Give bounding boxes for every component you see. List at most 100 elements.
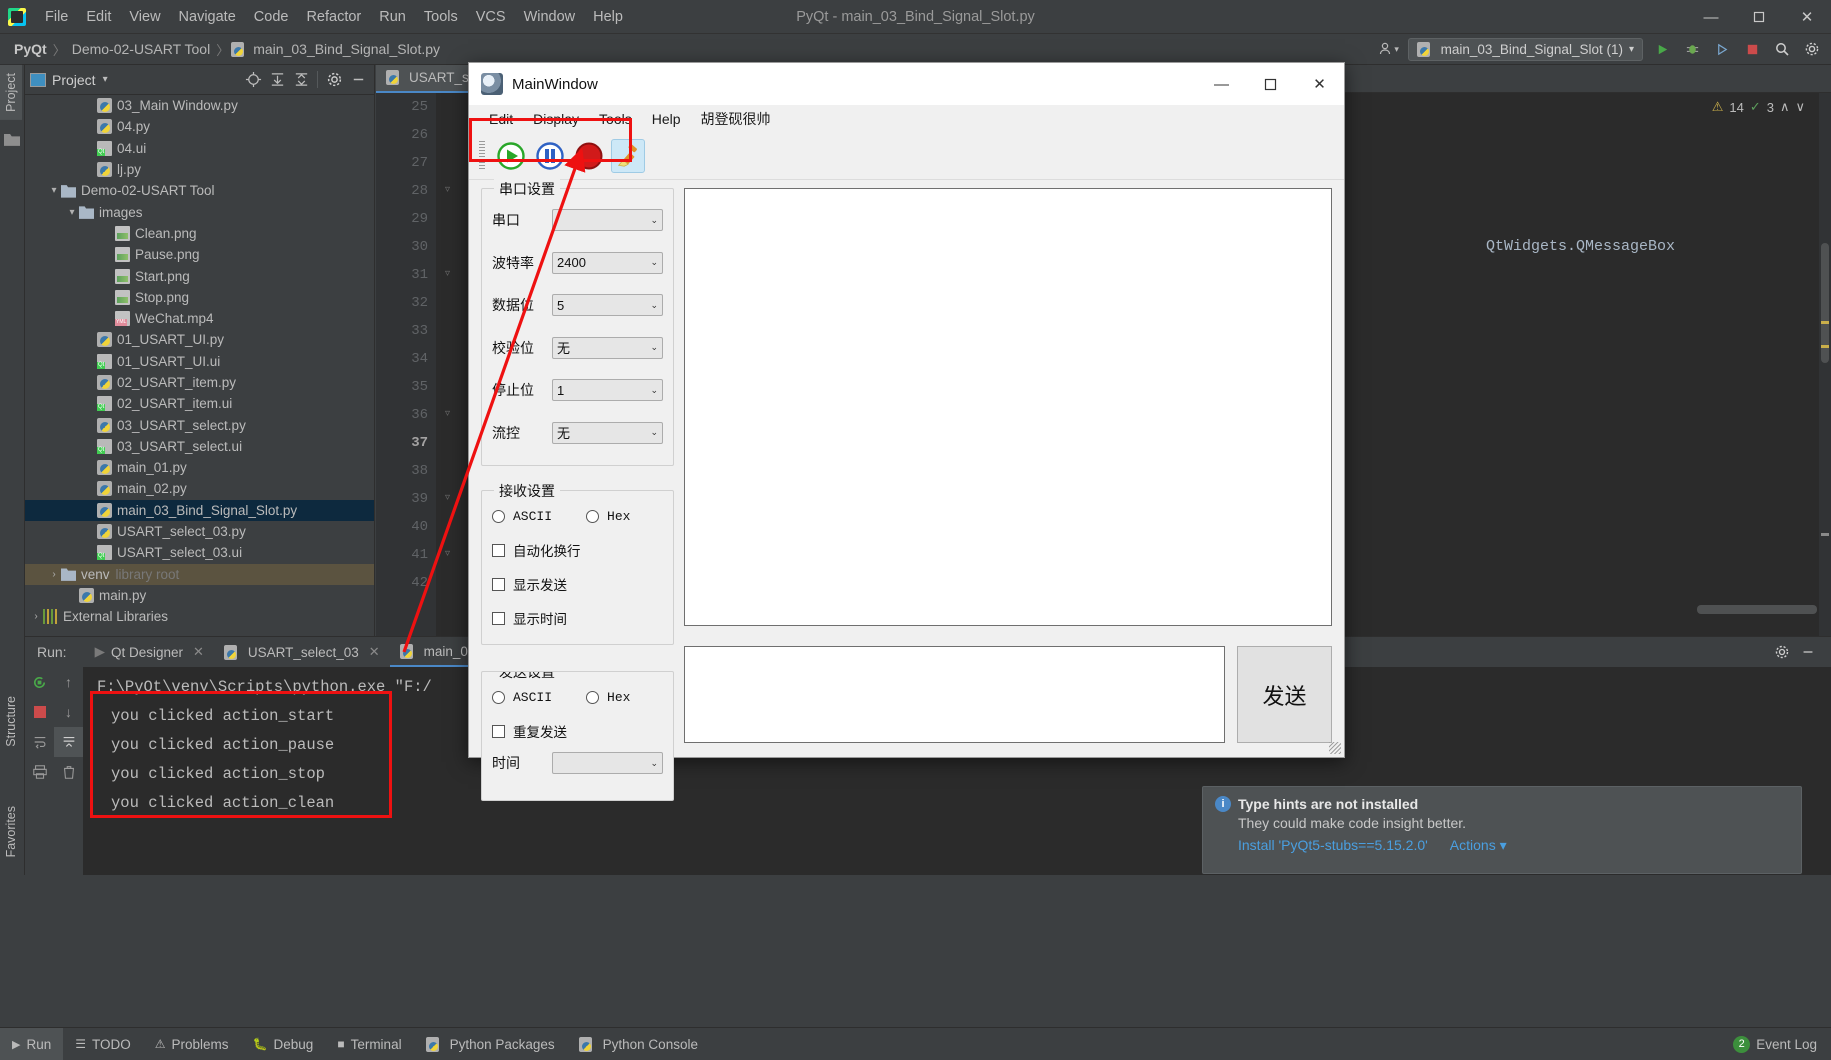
menu-navigate[interactable]: Navigate bbox=[170, 6, 245, 28]
show-send-checkbox[interactable]: 显示发送 bbox=[482, 567, 673, 601]
serial-setting-combo[interactable]: 无 ⌄ bbox=[552, 421, 663, 444]
send-textarea[interactable] bbox=[684, 646, 1225, 743]
qt-close-button[interactable]: ✕ bbox=[1295, 63, 1344, 105]
qt-menu-display[interactable]: Display bbox=[523, 108, 589, 130]
status-item-todo[interactable]: ☰ TODO bbox=[63, 1028, 143, 1060]
receive-ascii-radio[interactable]: ASCII bbox=[492, 509, 552, 524]
maximize-button[interactable] bbox=[1735, 0, 1783, 34]
tree-item[interactable]: lj.py bbox=[25, 159, 374, 180]
close-icon[interactable]: ✕ bbox=[369, 644, 380, 660]
sidebar-item-favorites[interactable]: Favorites bbox=[0, 798, 22, 865]
close-icon[interactable]: ✕ bbox=[193, 644, 204, 660]
qt-menu-edit[interactable]: Edit bbox=[479, 108, 523, 130]
tree-item[interactable]: › External Libraries bbox=[25, 606, 374, 627]
stop-action-button[interactable] bbox=[572, 139, 606, 173]
tree-item[interactable]: 03_USART_select.ui bbox=[25, 436, 374, 457]
print-icon[interactable] bbox=[25, 757, 54, 787]
bookmarks-icon[interactable] bbox=[4, 134, 20, 146]
breadcrumb-project[interactable]: PyQt bbox=[10, 39, 51, 59]
prev-problem-icon[interactable]: ∧ bbox=[1780, 99, 1790, 115]
run-configuration-selector[interactable]: main_03_Bind_Signal_Slot (1) ▾ bbox=[1407, 37, 1643, 61]
run-tab-usart-select-03[interactable]: USART_select_03 ✕ bbox=[214, 637, 390, 667]
tree-item[interactable]: main_02.py bbox=[25, 478, 374, 499]
menu-code[interactable]: Code bbox=[245, 6, 298, 28]
run-icon[interactable] bbox=[1651, 38, 1673, 60]
breadcrumb-file[interactable]: main_03_Bind_Signal_Slot.py bbox=[249, 39, 444, 59]
tree-item[interactable]: USART_select_03.py bbox=[25, 521, 374, 542]
tree-item[interactable]: › venv library root bbox=[25, 563, 374, 585]
serial-setting-combo[interactable]: 2400 ⌄ bbox=[552, 251, 663, 274]
pause-action-button[interactable] bbox=[533, 139, 567, 173]
menu-help[interactable]: Help bbox=[584, 6, 632, 28]
change-marker[interactable] bbox=[1821, 533, 1829, 536]
next-problem-icon[interactable]: ∨ bbox=[1795, 99, 1805, 115]
send-button[interactable]: 发送 bbox=[1237, 646, 1332, 743]
receive-textarea[interactable] bbox=[684, 188, 1332, 626]
down-stack-icon[interactable]: ↓ bbox=[54, 697, 83, 727]
qt-menu-bar[interactable]: Edit Display Tools Help 胡登砚很帅 bbox=[469, 105, 1344, 132]
collapse-all-icon[interactable] bbox=[290, 69, 312, 91]
stop-icon[interactable] bbox=[1741, 38, 1763, 60]
scroll-to-end-icon[interactable] bbox=[54, 727, 83, 757]
editor-gutter[interactable]: 25 26 27 28 ▿ 29 30 31 ▿ 32 33 34 35 36 ▿ 37 38 39 ▿ 40 41 ▿ 4… bbox=[376, 93, 450, 636]
tree-item[interactable]: 01_USART_UI.py bbox=[25, 329, 374, 350]
serial-setting-combo[interactable]: 1 ⌄ bbox=[552, 379, 663, 402]
tree-item[interactable]: Clean.png bbox=[25, 223, 374, 244]
debug-icon[interactable] bbox=[1681, 38, 1703, 60]
tree-item[interactable]: Stop.png bbox=[25, 287, 374, 308]
trash-icon[interactable] bbox=[54, 757, 83, 787]
status-item-python-packages[interactable]: Python Packages bbox=[414, 1028, 567, 1060]
expand-arrow-icon[interactable]: › bbox=[47, 569, 61, 580]
status-item-problems[interactable]: ⚠ Problems bbox=[143, 1028, 241, 1060]
stop-icon[interactable] bbox=[25, 697, 54, 727]
menu-view[interactable]: View bbox=[120, 6, 169, 28]
tree-item[interactable]: 03_USART_select.py bbox=[25, 414, 374, 435]
tree-item[interactable]: Start.png bbox=[25, 265, 374, 286]
tree-item[interactable]: 03_Main Window.py bbox=[25, 95, 374, 116]
project-header-icons[interactable] bbox=[242, 69, 369, 91]
send-interval-combo[interactable]: ⌄ bbox=[552, 752, 663, 774]
menu-file[interactable]: File bbox=[36, 6, 77, 28]
expand-all-icon[interactable] bbox=[266, 69, 288, 91]
up-stack-icon[interactable]: ↑ bbox=[54, 667, 83, 697]
qt-maximize-button[interactable] bbox=[1246, 63, 1295, 105]
tree-item[interactable]: Pause.png bbox=[25, 244, 374, 265]
expand-arrow-icon[interactable]: ▾ bbox=[65, 207, 79, 218]
qt-menu-tools[interactable]: Tools bbox=[589, 108, 642, 130]
tree-item[interactable]: USART_select_03.ui bbox=[25, 542, 374, 563]
qt-minimize-button[interactable]: — bbox=[1197, 63, 1246, 105]
send-hex-radio[interactable]: Hex bbox=[586, 690, 630, 705]
account-icon[interactable]: ▾ bbox=[1378, 38, 1400, 60]
menu-edit[interactable]: Edit bbox=[77, 6, 120, 28]
close-button[interactable]: ✕ bbox=[1783, 0, 1831, 34]
navbar-right-controls[interactable]: ▾ main_03_Bind_Signal_Slot (1) ▾ bbox=[1378, 37, 1823, 61]
menu-run[interactable]: Run bbox=[370, 6, 415, 28]
status-item-event-log[interactable]: 2 Event Log bbox=[1733, 1035, 1831, 1053]
tree-item[interactable]: main.py bbox=[25, 585, 374, 606]
main-menu-bar[interactable]: File Edit View Navigate Code Refactor Ru… bbox=[36, 6, 632, 28]
tree-item[interactable]: ▾ Demo-02-USART Tool bbox=[25, 180, 374, 201]
tree-item[interactable]: 01_USART_UI.ui bbox=[25, 351, 374, 372]
qt-menu-help[interactable]: Help bbox=[642, 108, 691, 130]
status-item-python-console[interactable]: Python Console bbox=[567, 1028, 710, 1060]
editor-tab[interactable]: USART_s bbox=[376, 65, 479, 93]
tree-item[interactable]: main_03_Bind_Signal_Slot.py bbox=[25, 499, 374, 521]
pyqt-main-window[interactable]: MainWindow — ✕ Edit Display Tools Help 胡… bbox=[468, 62, 1345, 801]
clean-action-button[interactable] bbox=[611, 138, 645, 173]
status-item-terminal[interactable]: ■ Terminal bbox=[325, 1028, 413, 1060]
resize-grip[interactable] bbox=[1329, 742, 1341, 754]
receive-format-radios[interactable]: ASCII Hex bbox=[482, 499, 673, 533]
serial-setting-combo[interactable]: 无 ⌄ bbox=[552, 336, 663, 359]
minimize-icon[interactable] bbox=[347, 69, 369, 91]
send-ascii-radio[interactable]: ASCII bbox=[492, 690, 552, 705]
menu-refactor[interactable]: Refactor bbox=[297, 6, 370, 28]
actions-link[interactable]: Actions ▾ bbox=[1450, 837, 1507, 854]
tree-item[interactable]: WeChat.mp4 bbox=[25, 308, 374, 329]
editor-horizontal-scrollbar[interactable] bbox=[1697, 605, 1817, 614]
breadcrumb-folder[interactable]: Demo-02-USART Tool bbox=[68, 39, 215, 59]
tree-item[interactable]: 04.py bbox=[25, 116, 374, 137]
chevron-down-icon[interactable]: ▾ bbox=[103, 74, 108, 85]
editor-vertical-scrollbar[interactable] bbox=[1819, 93, 1831, 636]
settings-icon[interactable] bbox=[1801, 38, 1823, 60]
search-icon[interactable] bbox=[1771, 38, 1793, 60]
